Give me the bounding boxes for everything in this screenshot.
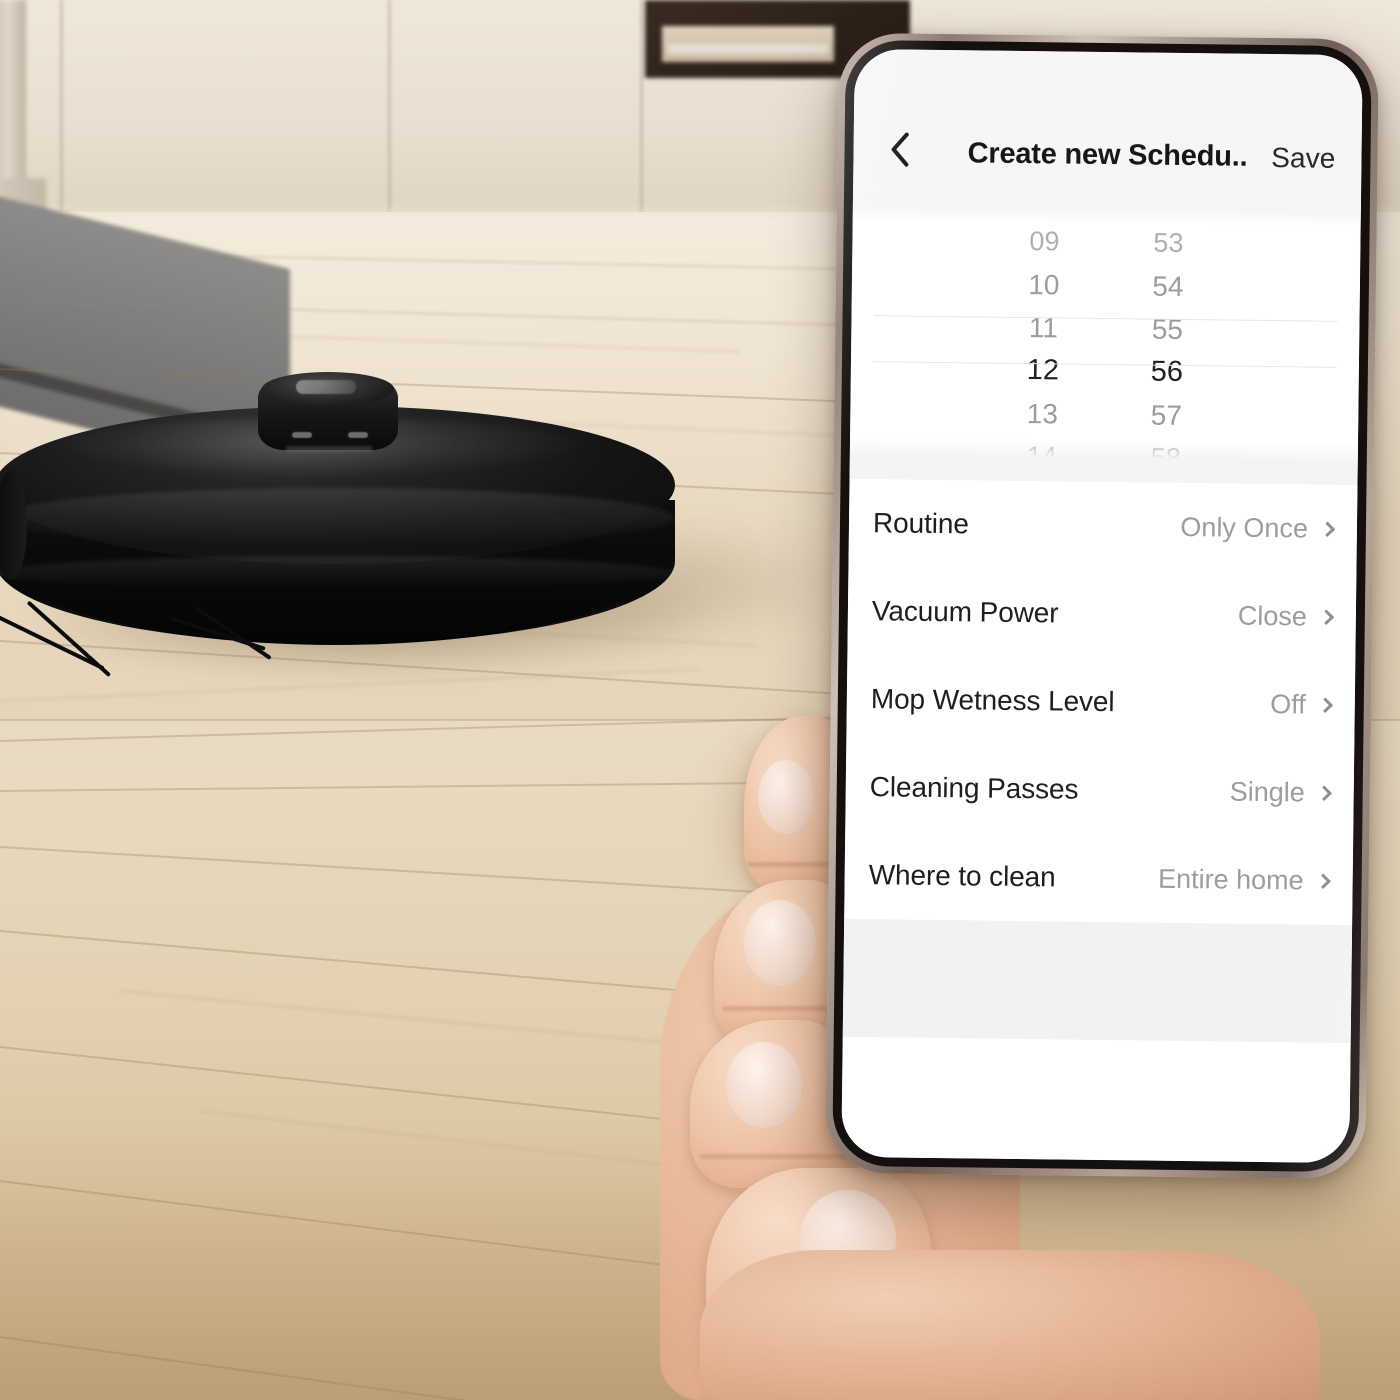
books-highlight bbox=[668, 44, 828, 54]
time-picker[interactable]: 08 09 10 11 12 13 14 15 16 52 53 54 bbox=[849, 190, 1362, 486]
minute-wheel[interactable]: 52 53 54 55 56 57 58 59 00 bbox=[1120, 191, 1213, 485]
hour-wheel[interactable]: 08 09 10 11 12 13 14 15 16 bbox=[997, 191, 1090, 485]
cabinet-seam bbox=[388, 0, 391, 232]
chevron-right-icon bbox=[1319, 520, 1336, 537]
row-value: Single bbox=[1229, 776, 1305, 807]
settings-row-cleaning-passes[interactable]: Cleaning Passes Single bbox=[845, 743, 1354, 837]
hour-option[interactable]: 10 bbox=[1000, 263, 1089, 307]
vacuum-logo bbox=[296, 380, 356, 394]
robot-vacuum-ring bbox=[0, 556, 675, 590]
fingernail bbox=[744, 900, 816, 986]
vacuum-button bbox=[348, 432, 368, 438]
vacuum-label-text bbox=[286, 446, 372, 452]
hour-option[interactable]: 13 bbox=[998, 392, 1087, 436]
hour-option[interactable]: 11 bbox=[999, 306, 1088, 350]
minute-option[interactable]: 52 bbox=[1125, 191, 1214, 222]
chevron-left-icon bbox=[888, 131, 910, 167]
hand-lower bbox=[700, 1250, 1320, 1400]
settings-list: Routine Only Once Vacuum Power Close Mop… bbox=[844, 478, 1358, 926]
chevron-right-icon bbox=[1317, 696, 1334, 713]
phone-screen: Create new Schedu.. Save 08 09 10 11 12 … bbox=[841, 48, 1363, 1164]
minute-option-selected[interactable]: 56 bbox=[1123, 350, 1212, 394]
chevron-right-icon bbox=[1316, 784, 1333, 801]
chevron-right-icon bbox=[1318, 608, 1335, 625]
cabinet-seam bbox=[640, 0, 643, 232]
minute-option[interactable]: 55 bbox=[1123, 307, 1212, 351]
fingernail bbox=[726, 1042, 802, 1128]
settings-row-mop-wetness-level[interactable]: Mop Wetness Level Off bbox=[846, 655, 1355, 749]
settings-row-vacuum-power[interactable]: Vacuum Power Close bbox=[847, 567, 1356, 661]
minute-option[interactable]: 58 bbox=[1122, 436, 1211, 480]
row-label: Routine bbox=[872, 507, 969, 540]
row-value: Only Once bbox=[1180, 511, 1309, 544]
save-button[interactable]: Save bbox=[1271, 142, 1336, 175]
content-filler-white bbox=[841, 1036, 1351, 1164]
content-filler-gray bbox=[842, 918, 1353, 1044]
app-header: Create new Schedu.. Save bbox=[853, 48, 1363, 198]
row-value: Off bbox=[1270, 688, 1307, 719]
robot-vacuum-rim bbox=[0, 488, 675, 548]
cabinet-seam bbox=[60, 0, 63, 232]
row-value: Entire home bbox=[1157, 863, 1304, 895]
back-button[interactable] bbox=[879, 129, 919, 169]
row-label: Cleaning Passes bbox=[869, 771, 1079, 805]
settings-row-where-to-clean[interactable]: Where to clean Entire home bbox=[844, 831, 1353, 925]
chevron-right-icon bbox=[1315, 872, 1331, 889]
smartphone: Create new Schedu.. Save 08 09 10 11 12 … bbox=[825, 32, 1379, 1180]
minute-option[interactable]: 54 bbox=[1124, 264, 1213, 308]
row-value: Close bbox=[1237, 600, 1308, 632]
minute-option[interactable]: 53 bbox=[1124, 221, 1213, 265]
minute-option[interactable]: 57 bbox=[1122, 393, 1211, 437]
vacuum-button bbox=[292, 432, 312, 438]
settings-row-routine[interactable]: Routine Only Once bbox=[848, 479, 1357, 573]
row-label: Vacuum Power bbox=[871, 595, 1059, 629]
row-label: Where to clean bbox=[868, 859, 1056, 893]
hour-option[interactable]: 09 bbox=[1000, 220, 1089, 264]
fingernail bbox=[758, 760, 814, 834]
hour-option-selected[interactable]: 12 bbox=[999, 349, 1088, 393]
hour-option[interactable]: 08 bbox=[1001, 191, 1090, 221]
hour-option[interactable]: 14 bbox=[998, 435, 1087, 479]
row-label: Mop Wetness Level bbox=[870, 683, 1115, 718]
